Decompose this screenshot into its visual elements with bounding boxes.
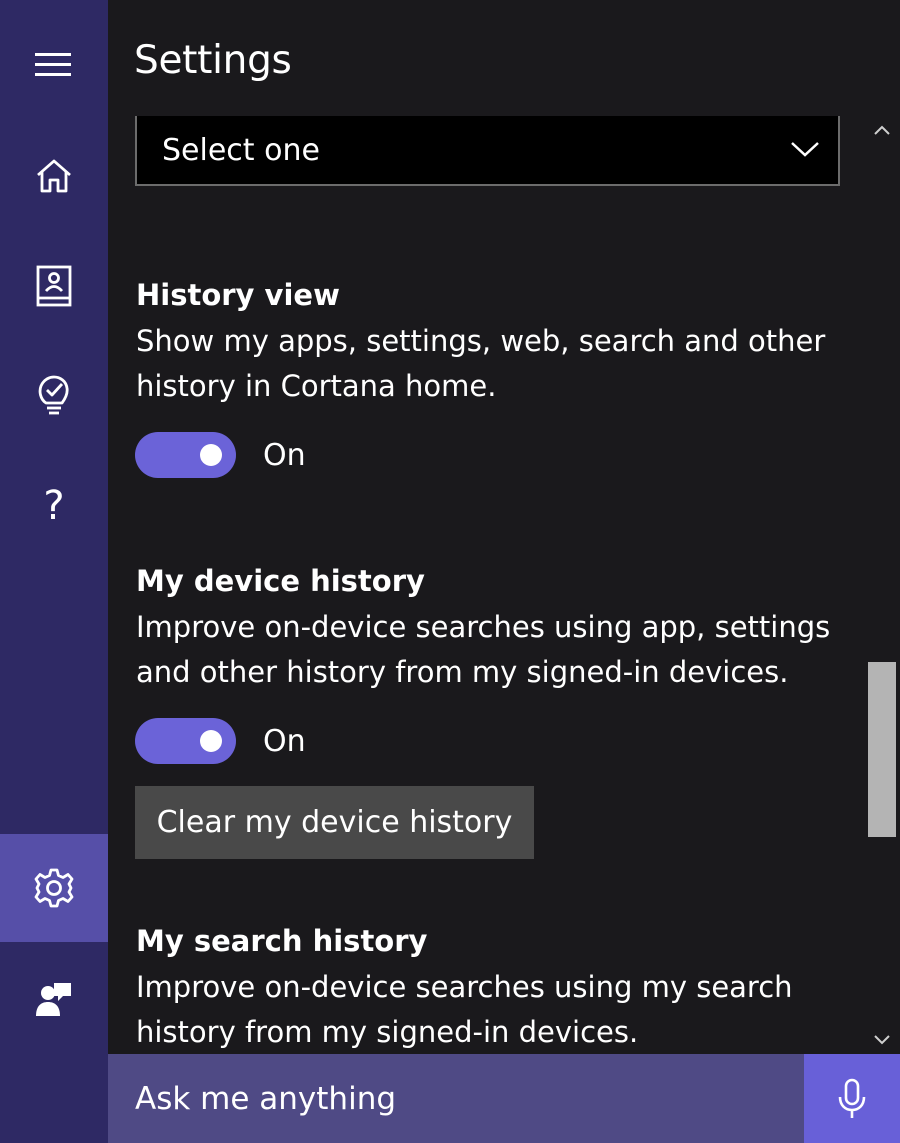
sidebar-item-feedback[interactable] [0,944,108,1052]
scrollbar-thumb[interactable] [868,662,896,837]
notebook-icon [36,265,72,307]
home-icon [37,159,71,193]
history-view-description: Show my apps, settings, web, search and … [136,324,826,403]
sidebar: ? [0,0,108,1143]
sidebar-item-home[interactable] [0,122,108,230]
device-history-description: Improve on-device searches using app, se… [136,610,831,689]
device-history-title: My device history [136,564,425,598]
sidebar-item-settings[interactable] [0,834,108,942]
select-dropdown[interactable]: Select one [135,116,840,186]
search-history-title: My search history [136,924,428,958]
scroll-down-arrow-icon[interactable] [870,1028,894,1052]
microphone-icon [838,1078,866,1118]
device-history-toggle-label: On [263,724,306,759]
sidebar-item-help[interactable]: ? [0,452,108,560]
scroll-up-arrow-icon[interactable] [870,118,894,142]
page-title: Settings [134,38,292,83]
help-icon: ? [43,483,65,529]
lightbulb-check-icon [38,375,69,415]
sidebar-item-reminders[interactable] [0,342,108,450]
select-value: Select one [162,132,320,168]
toggle-knob [200,444,222,466]
history-view-toggle[interactable] [135,432,236,478]
clear-device-history-button[interactable]: Clear my device history [135,786,534,859]
hamburger-menu-icon [35,53,71,76]
gear-icon [34,868,74,908]
sidebar-item-notebook[interactable] [0,232,108,340]
feedback-icon [36,983,71,1016]
chevron-down-icon [791,142,819,157]
microphone-button[interactable] [804,1054,900,1143]
history-view-toggle-label: On [263,438,306,473]
search-placeholder: Ask me anything [135,1080,397,1117]
toggle-knob [200,730,222,752]
device-history-toggle[interactable] [135,718,236,764]
history-view-title: History view [136,278,340,312]
search-input[interactable]: Ask me anything [108,1054,804,1143]
hamburger-menu-button[interactable] [0,11,108,119]
settings-panel: Settings Select one History view Show my… [108,0,900,1054]
search-history-description: Improve on-device searches using my sear… [136,970,793,1049]
